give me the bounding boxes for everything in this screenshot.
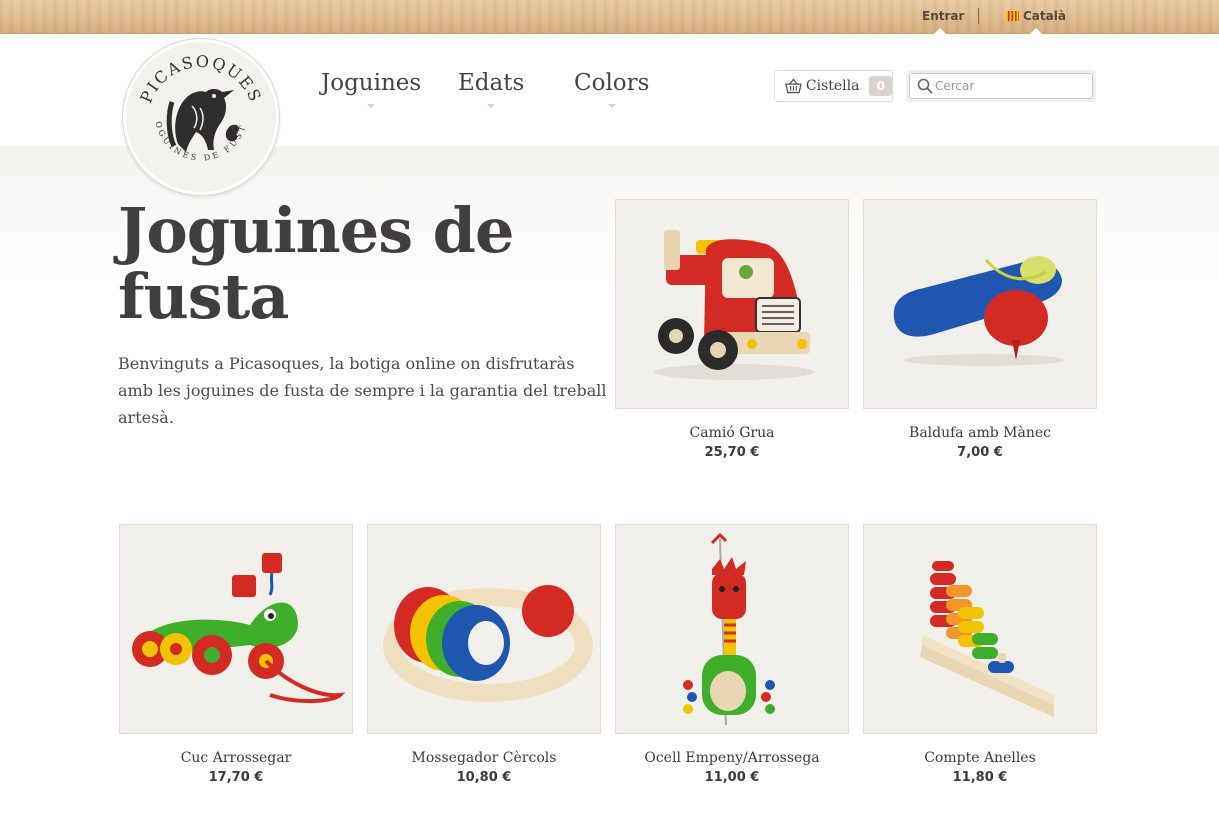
search-icon[interactable] (917, 78, 933, 94)
product-name[interactable]: Compte Anelles (863, 750, 1097, 766)
chevron-down-icon (487, 104, 496, 108)
chevron-down-icon (607, 104, 616, 108)
page-title: Joguines de fusta (118, 198, 538, 330)
product-price: 17,70 € (208, 770, 264, 785)
product-image[interactable] (615, 524, 849, 734)
toy-truck-icon (654, 230, 814, 380)
product-card[interactable]: Mossegador Cèrcols 10,80 € (367, 524, 601, 785)
chevron-down-icon (367, 104, 376, 108)
search-field (909, 73, 1093, 99)
title-line: Joguines de (118, 194, 514, 267)
nav-label: Colors (574, 70, 650, 96)
product-name[interactable]: Camió Grua (615, 425, 849, 441)
product-image[interactable] (863, 524, 1097, 734)
divider (978, 8, 979, 24)
nav-item-joguines[interactable]: Joguines (321, 70, 421, 108)
nav-label: Joguines (321, 70, 422, 96)
product-image[interactable] (615, 199, 849, 409)
ring-counter-icon (920, 561, 1054, 717)
product-name[interactable]: Cuc Arrossegar (119, 750, 353, 766)
cart-label: Cistella (805, 78, 860, 94)
nav-label: Edats (458, 70, 525, 96)
product-price: 7,00 € (957, 445, 1003, 460)
main-content: Joguines de fusta Benvinguts a Picasoque… (0, 146, 1219, 832)
header: PICASOQUES JOGUINES DE FUSTA Joguines Ed… (0, 34, 1219, 195)
product-name[interactable]: Baldufa amb Mànec (863, 425, 1097, 441)
caterpillar-toy-icon (132, 553, 346, 704)
product-price: 10,80 € (456, 770, 512, 785)
top-bar: Entrar Català (0, 0, 1219, 34)
welcome-text: Benvinguts a Picasoques, la botiga onlin… (118, 354, 607, 427)
product-price: 25,70 € (704, 445, 760, 460)
cart-count-badge: 0 (869, 76, 892, 96)
product-card[interactable]: Baldufa amb Mànec 7,00 € (863, 199, 1097, 460)
product-image[interactable] (367, 524, 601, 734)
product-card[interactable]: Cuc Arrossegar 17,70 € (119, 524, 353, 785)
product-image[interactable] (863, 199, 1097, 409)
login-link[interactable]: Entrar (922, 9, 964, 23)
product-price: 11,00 € (704, 770, 760, 785)
catalan-flag-icon (1006, 11, 1019, 21)
language-label: Català (1023, 9, 1066, 23)
basket-icon (785, 78, 802, 94)
spinning-top-icon (893, 256, 1064, 366)
woodpecker-logo-icon: PICASOQUES JOGUINES DE FUSTA (121, 35, 273, 189)
logo[interactable]: PICASOQUES JOGUINES DE FUSTA (121, 35, 279, 195)
search-box (906, 70, 1096, 102)
cart-button[interactable]: Cistella 0 (774, 70, 893, 102)
product-card[interactable]: Camió Grua 25,70 € (615, 199, 849, 460)
product-name[interactable]: Mossegador Cèrcols (367, 750, 601, 766)
teether-rings-icon (383, 585, 593, 702)
product-image[interactable] (119, 524, 353, 734)
product-card[interactable]: Compte Anelles 11,80 € (863, 524, 1097, 785)
nav-item-colors[interactable]: Colors (574, 70, 649, 108)
product-price: 11,80 € (952, 770, 1008, 785)
language-selector[interactable]: Català (1006, 9, 1066, 23)
nav-item-edats[interactable]: Edats (458, 70, 524, 108)
product-card[interactable]: Ocell Empeny/Arrossega 11,00 € (615, 524, 849, 785)
bird-push-toy-icon (683, 532, 775, 726)
title-line: fusta (118, 260, 289, 333)
product-name[interactable]: Ocell Empeny/Arrossega (615, 750, 849, 766)
search-input[interactable] (935, 76, 1085, 96)
